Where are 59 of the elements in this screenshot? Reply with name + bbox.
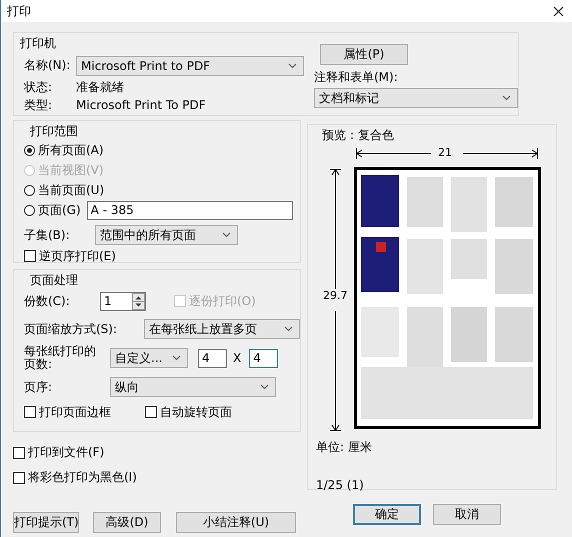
field-label: 页面缩放方式(S): <box>24 320 118 338</box>
field-label: 份数(C): <box>24 292 71 310</box>
times-label: X <box>233 351 242 365</box>
pages-per-sheet-dropdown[interactable]: 自定义... <box>110 348 188 368</box>
field-label: 子集(B): <box>24 226 71 244</box>
checkbox-label: 逐份打印(O) <box>189 292 256 310</box>
chevron-down-icon <box>288 63 297 69</box>
chevron-down-icon <box>172 355 181 361</box>
units-label: 单位: 厘米 <box>316 439 373 456</box>
checkbox[interactable] <box>24 250 36 262</box>
field-label: 类型: <box>24 96 54 114</box>
radio-label: 所有页面(A) <box>38 142 104 158</box>
printer-dropdown[interactable]: Microsoft Print to PDF <box>76 56 304 76</box>
radio-button[interactable] <box>24 204 35 216</box>
checkbox-label: 打印页面边框 <box>39 404 111 420</box>
close-icon[interactable] <box>553 6 564 16</box>
scaling-dropdown[interactable]: 在每张纸上放置多页 <box>144 319 300 339</box>
checkbox[interactable] <box>13 472 25 484</box>
checkbox-label: 逆页序打印(E) <box>39 248 116 264</box>
status-value: 准备就绪 <box>76 78 124 96</box>
checkbox-label: 打印到文件(F) <box>28 444 104 461</box>
radio-label: 页面(G) <box>38 202 81 218</box>
field-label: 页序: <box>24 378 54 396</box>
field-label: 状态: <box>24 78 54 96</box>
radio-label: 当前视图(V) <box>38 162 104 178</box>
field-label: 名称(N): <box>24 56 72 74</box>
annotations-dropdown[interactable]: 文档和标记 <box>314 88 518 108</box>
columns-input[interactable]: 4 <box>198 348 227 368</box>
dialog-button[interactable]: 取消 <box>433 504 501 525</box>
height-label: 29.7 <box>323 289 348 302</box>
page-indicator: 1/25 (1) <box>316 478 365 492</box>
dialog-button[interactable]: 打印提示(T) <box>13 512 79 533</box>
radio-label: 当前页面(U) <box>38 182 104 198</box>
copies-spinner[interactable]: 1 <box>100 292 146 310</box>
checkbox[interactable] <box>24 406 36 418</box>
radio-button[interactable] <box>24 144 35 156</box>
subset-dropdown[interactable]: 范围中的所有页面 <box>95 225 238 245</box>
field-label: 注释和表单(M): <box>314 69 399 86</box>
rows-input[interactable]: 4 <box>249 348 278 368</box>
field-label: 每张纸打印的页数: <box>24 345 97 371</box>
chevron-down-icon <box>284 326 293 332</box>
width-label: 21 <box>437 146 453 159</box>
chevron-down-icon <box>222 232 231 238</box>
checkbox[interactable] <box>13 446 25 458</box>
window-title: 打印 <box>7 2 31 20</box>
chevron-down-icon <box>260 384 269 390</box>
dialog-button[interactable]: 高级(D) <box>93 512 161 533</box>
checkbox-label: 自动旋转页面 <box>160 404 232 420</box>
radio-button[interactable] <box>24 184 35 196</box>
checkbox[interactable] <box>145 406 157 418</box>
dialog-button[interactable]: 小结注释(U) <box>176 512 296 533</box>
type-value: Microsoft Print To PDF <box>76 98 206 112</box>
dialog-button[interactable]: 确定 <box>353 504 421 525</box>
spinner-arrows-icon[interactable] <box>132 292 145 310</box>
page-order-dropdown[interactable]: 纵向 <box>110 377 276 397</box>
pages-input[interactable]: A - 385 <box>86 200 293 220</box>
checkbox-label: 将彩色打印为黑色(I) <box>28 469 137 486</box>
chevron-down-icon <box>502 95 511 101</box>
properties-button[interactable]: 属性(P) <box>320 44 408 65</box>
